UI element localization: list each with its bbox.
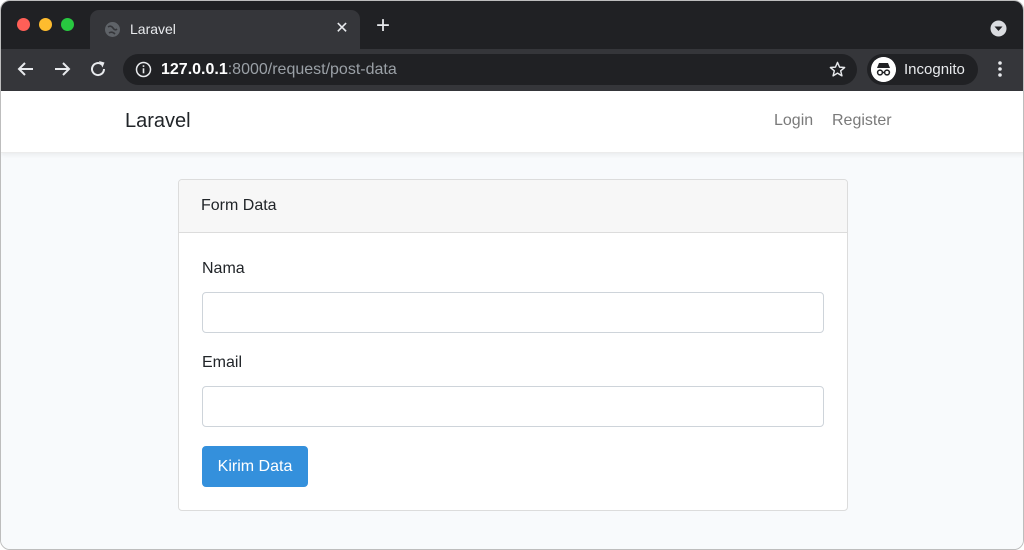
kirim-data-button[interactable]: Kirim Data <box>202 446 308 487</box>
close-window-button[interactable] <box>17 18 30 31</box>
star-icon[interactable] <box>828 60 847 79</box>
tab-strip: Laravel ✕ + <box>1 1 1023 49</box>
info-icon[interactable] <box>135 61 152 78</box>
browser-window: Laravel ✕ + 127.0.0.1:8000/request/post-… <box>0 0 1024 550</box>
login-link[interactable]: Login <box>774 112 813 130</box>
plus-icon[interactable]: + <box>373 14 393 38</box>
incognito-icon <box>871 57 896 82</box>
page-content: Laravel Login Register Form Data Nama Em… <box>1 91 1023 549</box>
brand-link[interactable]: Laravel <box>125 110 191 133</box>
arrow-right-icon[interactable] <box>52 59 72 79</box>
active-tab[interactable]: Laravel ✕ <box>90 10 360 49</box>
zoom-window-button[interactable] <box>61 18 74 31</box>
tab-title: Laravel <box>130 21 176 37</box>
address-bar[interactable]: 127.0.0.1:8000/request/post-data <box>123 54 857 85</box>
minimize-window-button[interactable] <box>39 18 52 31</box>
reload-icon[interactable] <box>88 59 108 79</box>
incognito-badge[interactable]: Incognito <box>867 54 978 85</box>
card-title: Form Data <box>201 197 277 214</box>
nama-label: Nama <box>202 260 245 277</box>
app-navbar: Laravel Login Register <box>1 91 1023 153</box>
card-header: Form Data <box>179 180 847 233</box>
url-text[interactable]: 127.0.0.1:8000/request/post-data <box>161 61 397 79</box>
incognito-label: Incognito <box>904 61 965 78</box>
chevron-down-circle-icon[interactable] <box>990 20 1007 37</box>
url-path: :8000/request/post-data <box>227 61 397 78</box>
form-card: Form Data Nama Email Kirim Data <box>178 179 848 511</box>
register-link[interactable]: Register <box>832 112 892 130</box>
email-input[interactable] <box>202 386 824 427</box>
kebab-menu-icon[interactable] <box>990 59 1010 79</box>
arrow-left-icon[interactable] <box>16 59 36 79</box>
globe-icon <box>105 22 120 37</box>
close-icon[interactable]: ✕ <box>333 20 351 38</box>
nama-input[interactable] <box>202 292 824 333</box>
url-host: 127.0.0.1 <box>161 61 228 78</box>
email-label: Email <box>202 354 243 371</box>
browser-toolbar: 127.0.0.1:8000/request/post-data Incogni… <box>1 49 1023 91</box>
